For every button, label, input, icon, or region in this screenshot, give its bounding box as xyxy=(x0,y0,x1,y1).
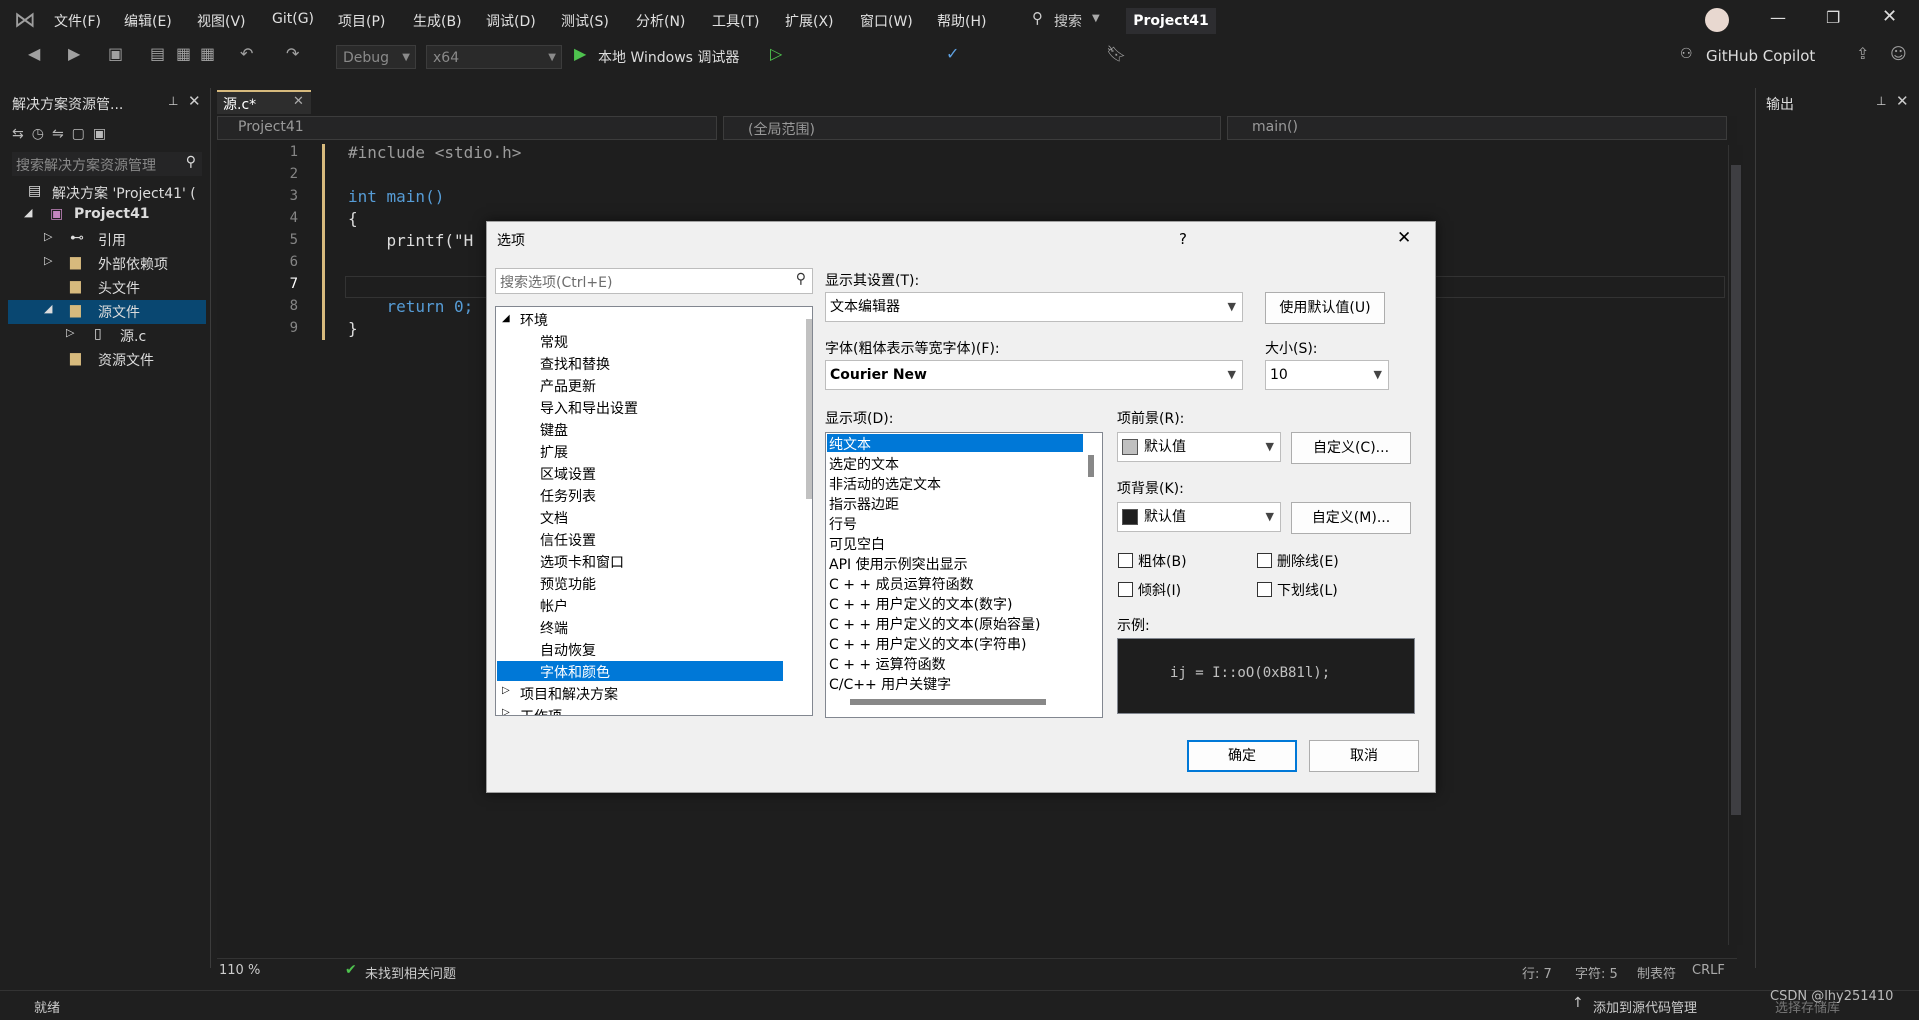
list-scrollbar-thumb[interactable] xyxy=(1088,455,1094,477)
chevron-down-icon: ▼ xyxy=(1373,368,1382,381)
tree-node-environment[interactable]: 环境 xyxy=(520,310,548,330)
chevron-down-icon: ▼ xyxy=(1227,368,1236,381)
bold-label: 粗体(B) xyxy=(1138,554,1187,570)
background-label: 项背景(K): xyxy=(1117,481,1184,497)
underline-checkbox[interactable] xyxy=(1257,582,1272,597)
display-item[interactable]: 纯文本 xyxy=(829,434,871,454)
tree-node[interactable]: 任务列表 xyxy=(540,486,596,506)
tree-node[interactable]: 键盘 xyxy=(540,420,568,440)
sample-text: ij = I::oO(0xB81l); xyxy=(1170,665,1331,681)
font-label: 字体(粗体表示等宽字体)(F): xyxy=(825,341,1000,357)
use-defaults-button[interactable]: 使用默认值(U) xyxy=(1265,292,1385,324)
collapse-arrow-icon[interactable]: ▷ xyxy=(502,685,510,696)
tree-node-projects[interactable]: 项目和解决方案 xyxy=(520,684,618,704)
tree-node[interactable]: 自动恢复 xyxy=(540,640,596,660)
strikethrough-label: 删除线(E) xyxy=(1277,554,1339,570)
collapse-arrow-icon[interactable]: ▷ xyxy=(502,707,510,715)
tree-node[interactable]: 选项卡和窗口 xyxy=(540,552,624,572)
font-dropdown[interactable]: Courier New ▼ xyxy=(825,360,1243,390)
display-item[interactable]: C + + 运算符函数 xyxy=(829,654,946,674)
tree-node[interactable]: 帐户 xyxy=(540,596,568,616)
show-settings-label: 显示其设置(T): xyxy=(825,273,920,289)
font-value: Courier New xyxy=(830,367,927,383)
background-swatch xyxy=(1122,509,1138,525)
list-hscrollbar-thumb[interactable] xyxy=(850,699,1046,705)
display-item[interactable]: C/C++ 用户关键字 xyxy=(829,674,951,694)
display-item[interactable]: C + + 用户定义的文本(原始容量) xyxy=(829,614,1041,634)
background-custom-button[interactable]: 自定义(M)... xyxy=(1291,502,1411,534)
display-items-list[interactable]: 纯文本 选定的文本 非活动的选定文本 指示器边距 行号 可见空白 API 使用示… xyxy=(825,432,1103,718)
chevron-down-icon: ▼ xyxy=(1265,510,1274,523)
help-button[interactable]: ? xyxy=(1179,230,1187,248)
foreground-swatch xyxy=(1122,439,1138,455)
size-dropdown[interactable]: 10 ▼ xyxy=(1265,360,1389,390)
options-dialog: 选项 ? ✕ 搜索选项(Ctrl+E) ⚲ ◢ 环境 常规 查找和替换 产品更新… xyxy=(486,221,1436,793)
size-label: 大小(S): xyxy=(1265,341,1318,357)
tree-node-work-items[interactable]: 工作项 xyxy=(520,706,562,715)
tree-node[interactable]: 常规 xyxy=(540,332,568,352)
display-item[interactable]: API 使用示例突出显示 xyxy=(829,554,968,574)
tree-node[interactable]: 产品更新 xyxy=(540,376,596,396)
display-item[interactable]: 选定的文本 xyxy=(829,454,899,474)
chevron-down-icon: ▼ xyxy=(1265,440,1274,453)
options-tree: ◢ 环境 常规 查找和替换 产品更新 导入和导出设置 键盘 扩展 区域设置 任务… xyxy=(495,306,813,716)
foreground-label: 项前景(R): xyxy=(1117,411,1185,427)
display-items-label: 显示项(D): xyxy=(825,411,894,427)
display-item[interactable]: C + + 用户定义的文本(字符串) xyxy=(829,634,1027,654)
strikethrough-checkbox[interactable] xyxy=(1257,553,1272,568)
display-item[interactable]: C + + 成员运算符函数 xyxy=(829,574,974,594)
sample-preview: ij = I::oO(0xB81l); xyxy=(1117,638,1415,714)
tree-node[interactable]: 终端 xyxy=(540,618,568,638)
tree-node[interactable]: 导入和导出设置 xyxy=(540,398,638,418)
tree-node[interactable]: 扩展 xyxy=(540,442,568,462)
bold-checkbox[interactable] xyxy=(1118,553,1133,568)
display-item[interactable]: 行号 xyxy=(829,514,857,534)
display-item[interactable]: 非活动的选定文本 xyxy=(829,474,941,494)
chevron-down-icon: ▼ xyxy=(1227,300,1236,313)
show-settings-dropdown[interactable]: 文本编辑器 ▼ xyxy=(825,292,1243,322)
tree-scrollbar-thumb[interactable] xyxy=(806,319,812,499)
tree-node[interactable]: 查找和替换 xyxy=(540,354,610,374)
background-dropdown[interactable]: 默认值 ▼ xyxy=(1117,502,1281,532)
size-value: 10 xyxy=(1270,367,1288,383)
search-icon: ⚲ xyxy=(795,271,806,287)
close-icon[interactable]: ✕ xyxy=(1397,228,1411,248)
tree-node[interactable]: 区域设置 xyxy=(540,464,596,484)
italic-label: 倾斜(I) xyxy=(1138,583,1182,599)
display-item[interactable]: 指示器边距 xyxy=(829,494,899,514)
options-search-input[interactable]: 搜索选项(Ctrl+E) ⚲ xyxy=(495,268,813,294)
options-search-placeholder: 搜索选项(Ctrl+E) xyxy=(500,275,613,291)
display-item[interactable]: C + + 用户定义的文本(数字) xyxy=(829,594,1013,614)
tree-node[interactable]: 文档 xyxy=(540,508,568,528)
cancel-button[interactable]: 取消 xyxy=(1309,740,1419,772)
dialog-title: 选项 xyxy=(497,233,525,249)
tree-node-fonts-colors[interactable]: 字体和颜色 xyxy=(540,662,610,682)
expand-arrow-icon[interactable]: ◢ xyxy=(502,313,510,324)
tree-node[interactable]: 预览功能 xyxy=(540,574,596,594)
foreground-dropdown[interactable]: 默认值 ▼ xyxy=(1117,432,1281,462)
sample-label: 示例: xyxy=(1117,618,1150,634)
tree-node[interactable]: 信任设置 xyxy=(540,530,596,550)
display-item[interactable]: 可见空白 xyxy=(829,534,885,554)
show-settings-value: 文本编辑器 xyxy=(830,299,900,315)
foreground-custom-button[interactable]: 自定义(C)... xyxy=(1291,432,1411,464)
background-value: 默认值 xyxy=(1144,509,1186,525)
italic-checkbox[interactable] xyxy=(1118,582,1133,597)
ok-button[interactable]: 确定 xyxy=(1187,740,1297,772)
foreground-value: 默认值 xyxy=(1144,439,1186,455)
underline-label: 下划线(L) xyxy=(1277,583,1338,599)
